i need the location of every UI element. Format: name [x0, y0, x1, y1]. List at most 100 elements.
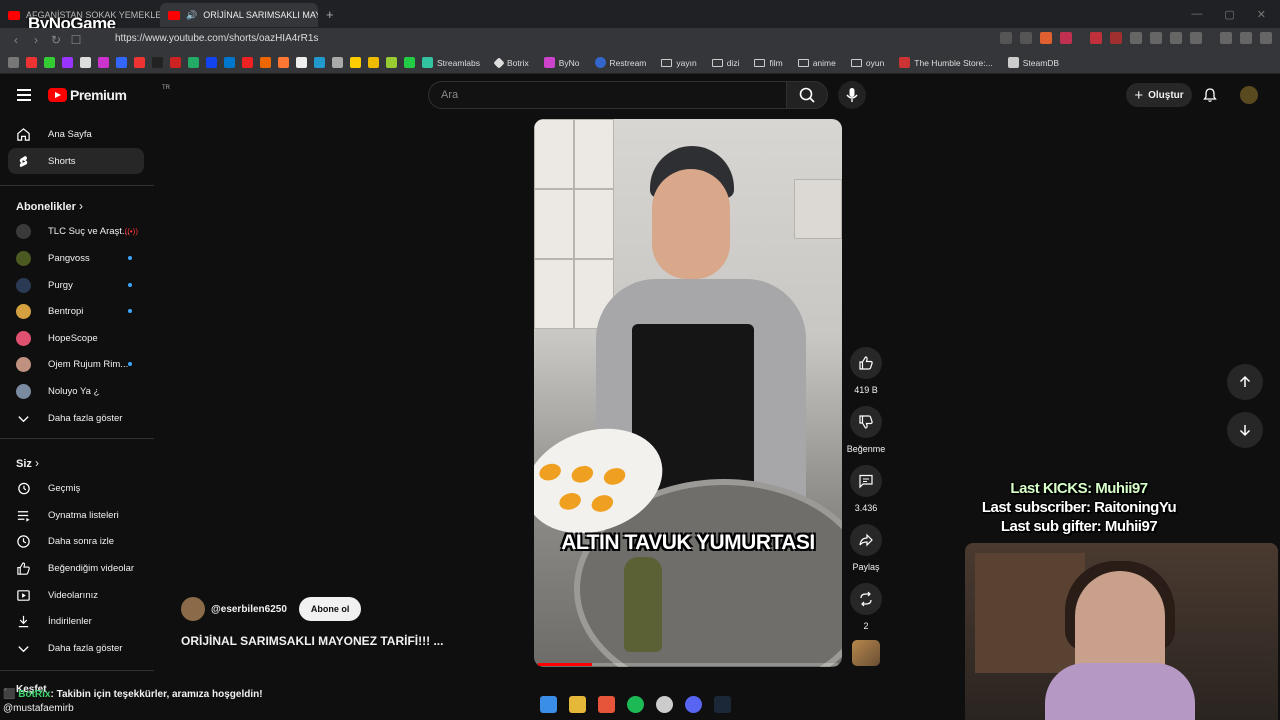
sidebar-subscription[interactable]: TLC Suç ve Araşt... ((•))	[8, 218, 144, 244]
next-short-button[interactable]	[1227, 412, 1263, 448]
youtube-premium-logo[interactable]: Premium TR	[48, 85, 170, 103]
whatsapp-bookmark-icon[interactable]	[404, 57, 415, 68]
instagram-bookmark-icon[interactable]	[98, 57, 109, 68]
pinterest-bookmark-icon[interactable]	[134, 57, 145, 68]
new-tab-button[interactable]: +	[318, 7, 342, 22]
sidebar-item-your-videos[interactable]: Videolarınız	[8, 582, 144, 608]
windows-start-icon[interactable]	[540, 695, 557, 713]
you-heading[interactable]: Siz ›	[16, 456, 39, 470]
leo-icon[interactable]	[1240, 32, 1252, 44]
bookmark-icon[interactable]	[206, 57, 217, 68]
twitch-bookmark-icon[interactable]	[62, 57, 73, 68]
search-button[interactable]	[786, 81, 828, 109]
sidebar-icon[interactable]	[1190, 32, 1202, 44]
share-icon[interactable]	[1020, 32, 1032, 44]
short-title[interactable]: ORİJİNAL SARIMSAKLI MAYONEZ TARİFİ!!! ..…	[181, 634, 443, 648]
create-button[interactable]: + Oluştur	[1126, 83, 1192, 107]
sidebar-subscription[interactable]: HopeScope	[8, 325, 144, 351]
shorts-video-player[interactable]: ALTIN TAVUK YUMURTASI	[534, 119, 842, 667]
bookmark-botrix[interactable]: Botrix	[493, 56, 529, 69]
facebook-bookmark-icon[interactable]	[116, 57, 127, 68]
voice-search-button[interactable]	[838, 81, 866, 109]
file-explorer-icon[interactable]	[569, 695, 586, 713]
sidebar-subscription[interactable]: Pangvoss	[8, 245, 144, 271]
dislike-action[interactable]: Beğenme	[846, 406, 886, 454]
bookmark-restream[interactable]: Restream	[594, 57, 646, 68]
like-action[interactable]: 419 B	[846, 347, 886, 395]
bookmark-humble-store[interactable]: The Humble Store:...	[899, 57, 993, 68]
brave-browser-icon[interactable]	[598, 695, 615, 713]
search-input[interactable]: Ara	[428, 81, 786, 109]
kick-bookmark-icon[interactable]	[44, 57, 55, 68]
comments-button[interactable]	[850, 465, 882, 497]
subscribe-button[interactable]: Abone ol	[298, 597, 362, 621]
share-action[interactable]: Paylaş	[846, 524, 886, 572]
bookmark-icon[interactable]	[350, 57, 361, 68]
back-icon[interactable]: ‹	[6, 33, 26, 47]
bookmark-icon[interactable]	[224, 57, 235, 68]
apps-icon[interactable]	[8, 57, 19, 68]
browser-tab-active[interactable]: 🔊 ORİJİNAL SARIMSAKLI MAYO ✕	[160, 3, 318, 27]
sidebar-item-downloads[interactable]: İndirilenler	[8, 608, 144, 634]
sidebar-subscription[interactable]: Noluyo Ya ¿	[8, 378, 144, 404]
bookmark-icon[interactable]	[386, 57, 397, 68]
share-button[interactable]	[850, 524, 882, 556]
bookmark-icon[interactable]	[332, 57, 343, 68]
youtube-bookmark-icon[interactable]	[26, 57, 37, 68]
extension-icon[interactable]	[1110, 32, 1122, 44]
sidebar-item-history[interactable]: Geçmiş	[8, 475, 144, 501]
media-icon[interactable]	[1220, 32, 1232, 44]
extensions-puzzle-icon[interactable]	[1170, 32, 1182, 44]
bookmark-icon[interactable]	[260, 57, 271, 68]
bookmark-icon[interactable]	[314, 57, 325, 68]
remix-action[interactable]: 2	[846, 583, 886, 631]
channel-avatar[interactable]	[181, 597, 205, 621]
menu-icon[interactable]	[1260, 32, 1272, 44]
bookmark-folder-yayin[interactable]: yayın	[661, 58, 697, 68]
bookmark-streamlabs[interactable]: Streamlabs	[422, 57, 480, 68]
steam-icon[interactable]	[714, 695, 731, 713]
tiktok-bookmark-icon[interactable]	[152, 57, 163, 68]
remix-button[interactable]	[850, 583, 882, 615]
channel-handle[interactable]: @eserbilen6250	[211, 604, 287, 615]
previous-short-button[interactable]	[1227, 364, 1263, 400]
forward-icon[interactable]: ›	[26, 33, 46, 47]
sidebar-item-shorts[interactable]: Shorts	[8, 148, 144, 174]
sidebar-subscription[interactable]: Bentropi	[8, 298, 144, 324]
sidebar-subscription[interactable]: Purgy	[8, 272, 144, 298]
sidebar-item-playlists[interactable]: Oynatma listeleri	[8, 502, 144, 528]
sidebar-show-more[interactable]: Daha fazla göster	[8, 635, 144, 661]
cast-icon[interactable]	[1000, 32, 1012, 44]
sidebar-subscription[interactable]: Ojem Rujum Rim...	[8, 351, 144, 377]
audio-source-thumbnail[interactable]	[852, 640, 880, 666]
dislike-button[interactable]	[850, 406, 882, 438]
reload-icon[interactable]: ↻	[46, 33, 66, 47]
bookmark-byno[interactable]: ByNo	[543, 57, 580, 68]
hamburger-menu-icon[interactable]	[17, 89, 31, 101]
rewards-icon[interactable]	[1060, 32, 1072, 44]
window-close-icon[interactable]: ✕	[1257, 8, 1266, 21]
bookmark-icon[interactable]: ☐	[66, 33, 86, 47]
url-field[interactable]: https://www.youtube.com/shorts/oazHIA4rR…	[115, 33, 318, 44]
bookmark-folder-dizi[interactable]: dizi	[711, 58, 739, 68]
maximize-icon[interactable]: ▢	[1224, 8, 1234, 21]
comments-action[interactable]: 3.436	[846, 465, 886, 513]
subscriptions-heading[interactable]: Abonelikler ›	[16, 199, 83, 213]
video-progress-bar[interactable]	[538, 663, 838, 666]
brave-shield-icon[interactable]	[1040, 32, 1052, 44]
bookmark-icon[interactable]	[368, 57, 379, 68]
discord-icon[interactable]	[685, 695, 702, 713]
bookmark-steamdb[interactable]: SteamDB	[1007, 57, 1059, 68]
account-avatar[interactable]	[1240, 86, 1258, 104]
sidebar-item-home[interactable]: Ana Sayfa	[8, 121, 144, 147]
minimize-icon[interactable]: —	[1191, 8, 1202, 21]
bookmark-icon[interactable]	[188, 57, 199, 68]
sidebar-item-watch-later[interactable]: Daha sonra izle	[8, 528, 144, 554]
bookmark-folder-film[interactable]: film	[754, 58, 783, 68]
bookmark-icon[interactable]	[296, 57, 307, 68]
extension-icon[interactable]	[1150, 32, 1162, 44]
sidebar-show-more[interactable]: Daha fazla göster	[8, 405, 144, 431]
bookmark-folder-anime[interactable]: anime	[797, 58, 836, 68]
spotify-icon[interactable]	[627, 695, 644, 713]
x-bookmark-icon[interactable]	[80, 57, 91, 68]
